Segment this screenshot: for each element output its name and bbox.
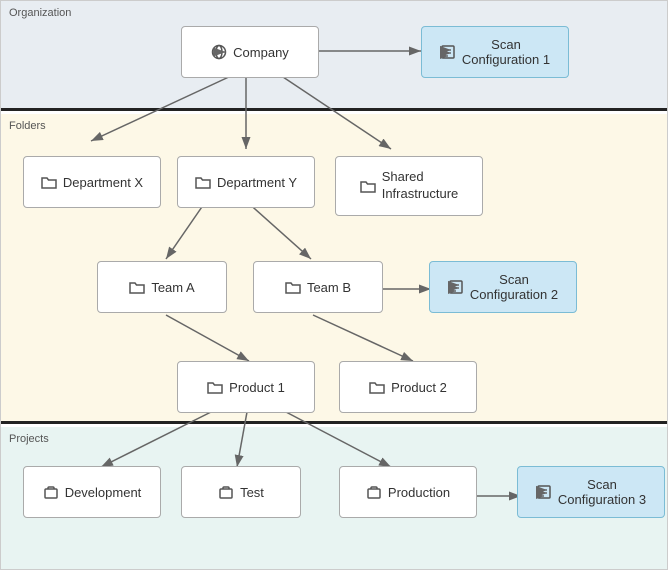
dept-x-label: Department X (63, 175, 143, 190)
shared-infra-label: Shared Infrastructure (382, 169, 459, 203)
folder-icon-product1 (207, 380, 223, 394)
team-a-label: Team A (151, 280, 194, 295)
folder-icon-deptx (41, 175, 57, 189)
team-b-label: Team B (307, 280, 351, 295)
production-label: Production (388, 485, 450, 500)
scan-config-2-node[interactable]: Scan Configuration 2 (429, 261, 577, 313)
team-b-node[interactable]: Team B (253, 261, 383, 313)
globe-icon (211, 44, 227, 60)
product-2-node[interactable]: Product 2 (339, 361, 477, 413)
folder-icon-product2 (369, 380, 385, 394)
dept-y-label: Department Y (217, 175, 297, 190)
product-2-label: Product 2 (391, 380, 447, 395)
company-label: Company (233, 45, 289, 60)
development-node[interactable]: Development (23, 466, 161, 518)
briefcase-icon-test (218, 485, 234, 499)
shared-infra-node[interactable]: Shared Infrastructure (335, 156, 483, 216)
product-1-node[interactable]: Product 1 (177, 361, 315, 413)
list-icon-3 (536, 484, 552, 500)
scan-config-3-node[interactable]: Scan Configuration 3 (517, 466, 665, 518)
list-icon-1 (440, 44, 456, 60)
section-projects-label: Projects (9, 433, 49, 445)
folder-icon-depty (195, 175, 211, 189)
folder-icon-teamb (285, 280, 301, 294)
company-node[interactable]: Company (181, 26, 319, 78)
briefcase-icon-dev (43, 485, 59, 499)
team-a-node[interactable]: Team A (97, 261, 227, 313)
folder-icon-shared (360, 179, 376, 193)
scan-config-1-node[interactable]: Scan Configuration 1 (421, 26, 569, 78)
section-folders-label: Folders (9, 120, 46, 132)
section-org-label: Organization (9, 7, 71, 19)
dept-y-node[interactable]: Department Y (177, 156, 315, 208)
product-1-label: Product 1 (229, 380, 285, 395)
development-label: Development (65, 485, 142, 500)
test-node[interactable]: Test (181, 466, 301, 518)
folder-icon-teama (129, 280, 145, 294)
scan-config-1-label: Scan Configuration 1 (462, 37, 550, 67)
diagram: Organization Folders Projects (0, 0, 668, 570)
scan-config-2-label: Scan Configuration 2 (470, 272, 558, 302)
briefcase-icon-prod (366, 485, 382, 499)
dept-x-node[interactable]: Department X (23, 156, 161, 208)
list-icon-2 (448, 279, 464, 295)
scan-config-3-label: Scan Configuration 3 (558, 477, 646, 507)
test-label: Test (240, 485, 264, 500)
production-node[interactable]: Production (339, 466, 477, 518)
